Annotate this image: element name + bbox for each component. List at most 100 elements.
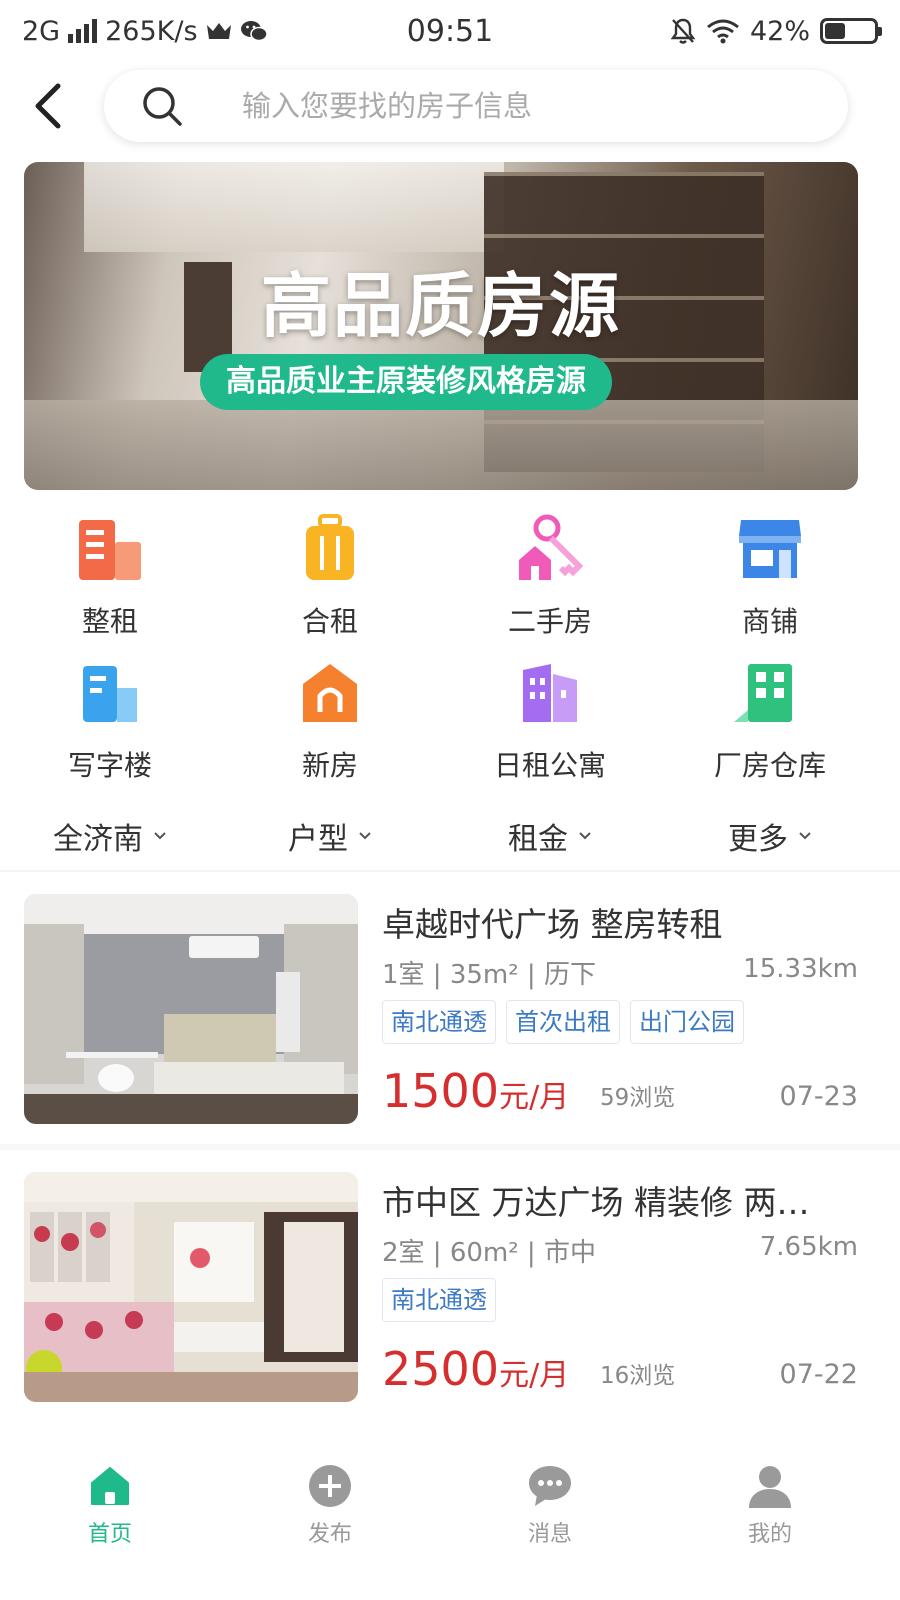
price-value: 1500	[382, 1064, 500, 1118]
office-building-icon	[72, 656, 148, 730]
nav-label: 首页	[87, 1522, 132, 1547]
listing-photo	[24, 1172, 358, 1402]
battery-percent: 42%	[749, 15, 810, 47]
listing-meta: 2室 | 60m² | 市中	[382, 1238, 596, 1268]
listing-title: 市中区 万达广场 精装修 两…	[382, 1183, 810, 1222]
listing-card[interactable]: 卓越时代广场 整房转租 1室 | 35m² | 历下 15.33km 南北通透 …	[0, 894, 900, 1144]
category-office[interactable]: 写字楼	[0, 656, 220, 784]
chevron-down-icon	[799, 832, 811, 840]
category-factory[interactable]: 厂房仓库	[660, 656, 880, 784]
category-new-house[interactable]: 新房	[220, 656, 440, 784]
category-label: 日租公寓	[493, 749, 606, 782]
listing-meta: 1室 | 35m² | 历下	[382, 960, 596, 990]
listing-views: 16浏览	[600, 1363, 676, 1389]
price-row: 1500元/月 59浏览 07-23	[382, 1058, 858, 1118]
factory-icon	[732, 656, 808, 730]
banner-title: 高品质房源	[261, 265, 621, 347]
listing-date: 07-23	[779, 1081, 858, 1112]
filter-bar: 全济南 户型 租金 更多	[0, 804, 900, 868]
building-icon	[72, 512, 148, 586]
filter-label: 更多	[728, 822, 788, 857]
category-label: 商铺	[741, 605, 798, 638]
listing-card[interactable]: 市中区 万达广场 精装修 两… 2室 | 60m² | 市中 7.65km 南北…	[0, 1172, 900, 1422]
listing-photo	[24, 894, 358, 1124]
network-speed: 265K/s	[105, 15, 198, 47]
filter-rent[interactable]: 租金	[440, 804, 660, 868]
category-label: 二手房	[507, 605, 592, 638]
chevron-down-icon	[579, 832, 591, 840]
status-left: 2G 265K/s	[22, 16, 670, 47]
search-box[interactable]	[104, 70, 848, 142]
chevron-down-icon	[154, 832, 166, 840]
listing-tag: 南北通透	[382, 1000, 496, 1044]
home-icon	[91, 1467, 129, 1505]
network-type: 2G	[22, 15, 61, 47]
chevron-down-icon	[359, 832, 371, 840]
bottom-nav: 首页 发布 消息 我的	[0, 1448, 900, 1558]
category-label: 写字楼	[67, 749, 152, 782]
filter-layout[interactable]: 户型	[220, 804, 440, 868]
category-label: 合租	[301, 605, 358, 638]
nav-publish[interactable]: 发布	[220, 1448, 440, 1558]
filter-label: 户型	[288, 822, 348, 857]
house-icon	[292, 656, 368, 730]
listing-tags: 南北通透 首次出租 出门公园	[382, 1000, 744, 1044]
promo-banner[interactable]: 高品质房源 高品质业主原装修风格房源	[24, 162, 858, 490]
category-shared-rent[interactable]: 合租	[220, 512, 440, 640]
back-button[interactable]	[28, 80, 68, 132]
apartment-icon	[512, 656, 588, 730]
user-icon	[749, 1466, 791, 1508]
category-shop[interactable]: 商铺	[660, 512, 880, 640]
banner-subtitle: 高品质业主原装修风格房源	[200, 354, 612, 410]
banner-image-ceiling	[84, 162, 504, 252]
mute-bell-icon	[670, 18, 696, 44]
category-second-hand[interactable]: 二手房	[440, 512, 660, 640]
suitcase-icon	[292, 512, 368, 586]
listing-tag: 出门公园	[630, 1000, 744, 1044]
search-row	[0, 68, 900, 144]
listing-title: 卓越时代广场 整房转租	[382, 905, 723, 944]
chat-bubble-icon	[529, 1466, 571, 1506]
nav-home[interactable]: 首页	[0, 1448, 220, 1558]
listing-price: 2500元/月	[382, 1342, 569, 1396]
search-icon	[143, 87, 182, 126]
price-value: 2500	[382, 1342, 500, 1396]
wifi-icon	[707, 19, 739, 44]
price-unit: 元/月	[499, 1358, 570, 1393]
battery-icon	[820, 18, 882, 44]
filter-more[interactable]: 更多	[660, 804, 880, 868]
nav-label: 发布	[307, 1522, 352, 1547]
nav-messages[interactable]: 消息	[440, 1448, 660, 1558]
listing-date: 07-22	[779, 1359, 858, 1390]
wechat-icon	[240, 21, 268, 42]
banner-image-floor	[24, 400, 858, 490]
category-label: 新房	[301, 749, 358, 782]
filter-area[interactable]: 全济南	[0, 804, 220, 868]
keys-house-icon	[512, 512, 588, 586]
nav-label: 消息	[527, 1522, 572, 1547]
listing-distance: 7.65km	[759, 1232, 858, 1262]
nav-profile[interactable]: 我的	[660, 1448, 880, 1558]
filter-label: 全济南	[53, 822, 143, 857]
listing-views: 59浏览	[600, 1085, 676, 1111]
listing-tag: 南北通透	[382, 1278, 496, 1322]
status-right: 42%	[670, 15, 882, 47]
category-label: 整租	[81, 605, 138, 638]
listing-tags: 南北通透	[382, 1278, 496, 1322]
listing-price: 1500元/月	[382, 1064, 569, 1118]
category-grid: 整租 合租 二手房 商铺 写字楼 新房 日租公寓 厂房仓库	[0, 512, 900, 784]
back-arrow-icon	[35, 83, 61, 129]
price-row: 2500元/月 16浏览 07-22	[382, 1336, 858, 1396]
filter-label: 租金	[508, 822, 568, 857]
store-icon	[732, 512, 808, 586]
status-bar: 2G 265K/s 09:51 42%	[0, 0, 900, 62]
signal-icon	[68, 19, 98, 43]
category-whole-rent[interactable]: 整租	[0, 512, 220, 640]
category-daily-apartment[interactable]: 日租公寓	[440, 656, 660, 784]
crown-icon	[206, 23, 231, 39]
category-label: 厂房仓库	[713, 749, 826, 782]
plus-circle-icon	[309, 1465, 351, 1507]
listing-separator	[0, 1144, 900, 1150]
filter-divider	[0, 870, 900, 872]
search-input[interactable]	[242, 89, 802, 123]
